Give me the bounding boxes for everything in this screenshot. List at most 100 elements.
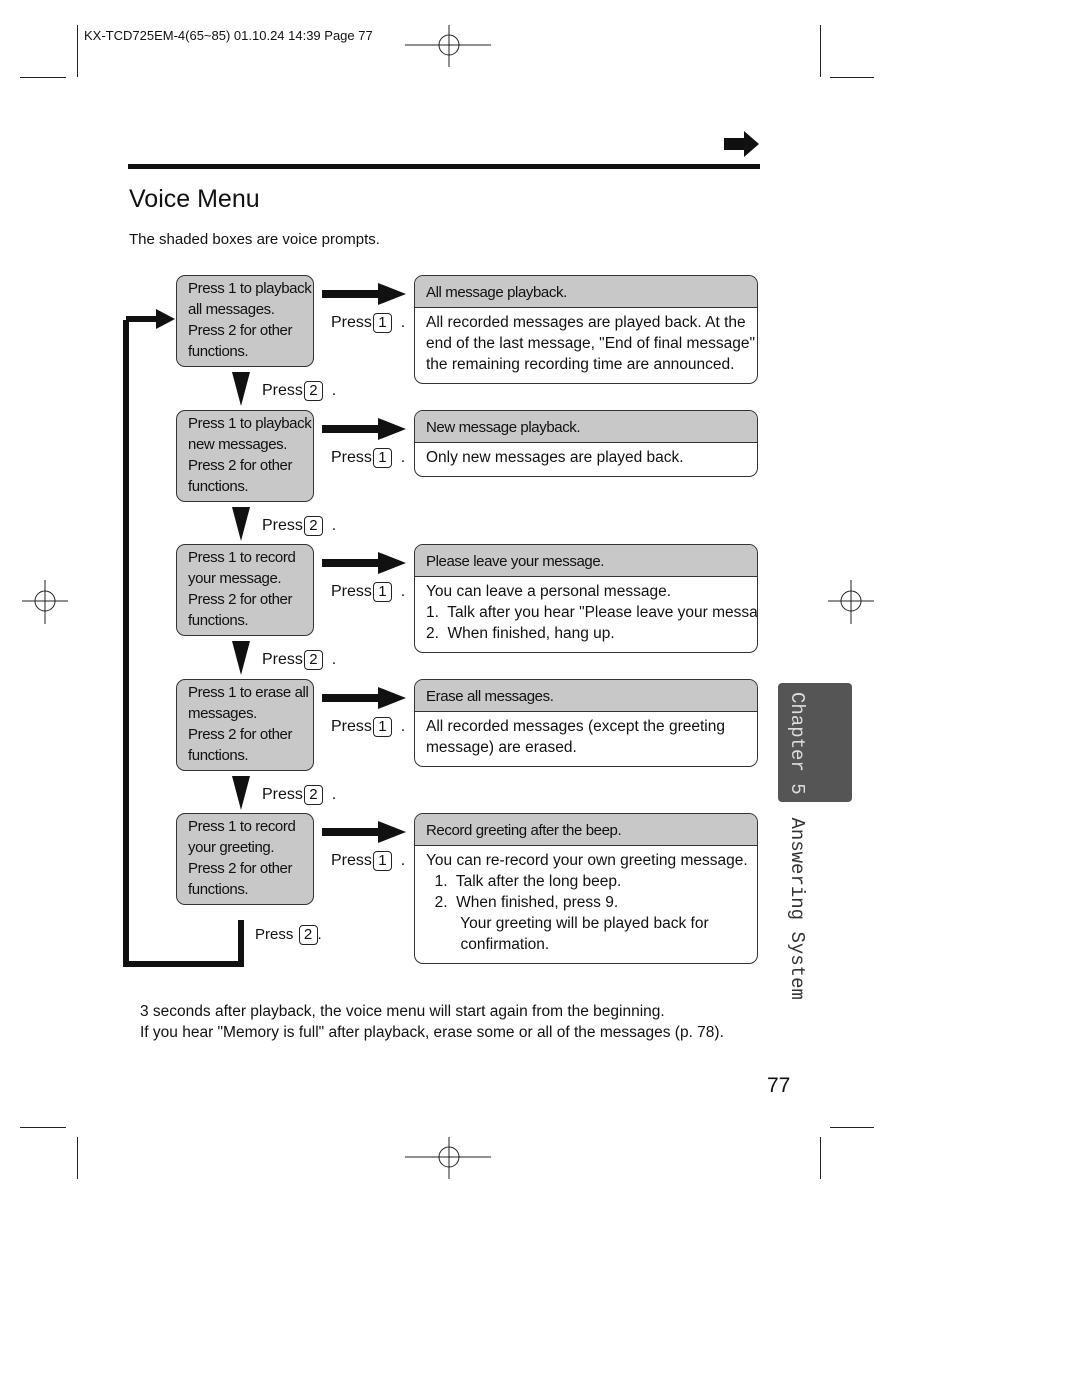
registration-mark-icon (405, 25, 491, 67)
result-title: Erase all messages. (415, 680, 757, 712)
result-line: You can re-record your own greeting mess… (426, 852, 748, 869)
result-title: New message playback. (415, 411, 757, 443)
result-line: end of the last message, "End of final m… (426, 335, 758, 352)
press-label: Press (262, 382, 303, 399)
prompt-line: Press 1 to playback (188, 280, 312, 297)
right-arrow-icon (322, 821, 406, 843)
prompt-line: functions. (188, 612, 249, 629)
title-rule (128, 164, 760, 169)
result-line: You can leave a personal message. (426, 583, 672, 600)
press-label: Press (331, 583, 372, 600)
period: . (317, 926, 322, 943)
crop-mark (830, 77, 874, 78)
result-line: the remaining recording time are announc… (426, 356, 735, 373)
crop-mark (77, 1137, 78, 1179)
print-header: KX-TCD725EM-4(65~85) 01.10.24 14:39 Page… (84, 28, 373, 43)
prompt-line: all messages. (188, 301, 275, 318)
period: . (331, 786, 337, 803)
right-arrow-icon (322, 552, 406, 574)
chapter-label: Chapter 5 (786, 692, 808, 795)
result-line: All recorded messages (except the greeti… (426, 718, 725, 735)
key-1: 1 (372, 313, 392, 333)
voice-prompt-box: Press 1 to playback all messages. Press 2 … (176, 275, 314, 367)
result-box: New message playback. Only new messages a… (414, 410, 758, 477)
crop-mark (77, 25, 78, 77)
down-arrow-icon (232, 507, 250, 541)
page-number: 77 (767, 1074, 791, 1097)
period: . (331, 651, 337, 668)
result-line: 2. When finished, hang up. (426, 625, 615, 642)
page-title: Voice Menu (129, 185, 260, 213)
registration-mark-icon (828, 580, 874, 624)
right-arrow-icon (322, 418, 406, 440)
voice-prompt-box: Press 1 to playback new messages. Press 2 … (176, 410, 314, 502)
subtitle: The shaded boxes are voice prompts. (129, 231, 380, 248)
result-box: Record greeting after the beep. You can r… (414, 813, 758, 964)
result-line: confirmation. (426, 936, 550, 953)
press-label: Press (331, 852, 372, 869)
down-arrow-icon (232, 776, 250, 810)
period: . (400, 852, 406, 869)
prompt-line: Press 1 to playback (188, 415, 312, 432)
period: . (331, 382, 337, 399)
press-key-2: Press 2 . (262, 785, 336, 805)
period: . (400, 314, 406, 331)
press-key-2: Press 2 . (262, 381, 336, 401)
press-key-1: Press 1 . (331, 717, 405, 737)
manual-page: KX-TCD725EM-4(65~85) 01.10.24 14:39 Page… (0, 0, 1080, 1397)
result-line: Only new messages are played back. (426, 449, 684, 466)
chapter-side-label: Chapter 5 Answering System (778, 692, 808, 1000)
result-line: message) are erased. (426, 739, 577, 756)
prompt-line: new messages. (188, 436, 288, 453)
prompt-line: Press 2 for other (188, 457, 293, 474)
press-key-1: Press 1 . (331, 313, 405, 333)
registration-mark-icon (22, 580, 68, 624)
period: . (400, 718, 406, 735)
crop-mark (830, 1127, 874, 1128)
prompt-line: functions. (188, 881, 249, 898)
right-arrow-icon (322, 687, 406, 709)
crop-mark (820, 1137, 821, 1179)
press-key-1: Press 1 . (331, 582, 405, 602)
key-2: 2 (303, 381, 323, 401)
key-1: 1 (372, 582, 392, 602)
down-arrow-icon (232, 372, 250, 406)
press-key-2: Press 2 . (262, 516, 336, 536)
key-2: 2 (298, 925, 318, 945)
press-key-2: Press 2 . (262, 650, 336, 670)
key-1: 1 (372, 717, 392, 737)
result-box: Please leave your message. You can leave … (414, 544, 758, 653)
prompt-line: Press 2 for other (188, 322, 293, 339)
prompt-line: your greeting. (188, 839, 275, 856)
crop-mark (20, 1127, 66, 1128)
registration-mark-icon (405, 1137, 491, 1179)
period: . (400, 449, 406, 466)
prompt-line: Press 1 to record (188, 549, 296, 566)
prompt-line: Press 2 for other (188, 726, 293, 743)
prompt-line: Press 2 for other (188, 591, 293, 608)
press-label: Press (331, 718, 372, 735)
key-2: 2 (303, 650, 323, 670)
voice-prompt-box: Press 1 to record your message. Press 2 fo… (176, 544, 314, 636)
result-box: All message playback. All recorded messag… (414, 275, 758, 384)
key-1: 1 (372, 851, 392, 871)
crop-mark (20, 77, 66, 78)
result-line: All recorded messages are played back. A… (426, 314, 746, 331)
prompt-line: messages. (188, 705, 257, 722)
press-key-2: Press 2. (255, 925, 322, 945)
voice-prompt-box: Press 1 to erase all messages. Press 2 for… (176, 679, 314, 771)
press-label: Press (255, 926, 294, 943)
section-label: Answering System (786, 817, 808, 1000)
key-1: 1 (372, 448, 392, 468)
crop-mark (820, 25, 821, 77)
prompt-line: Press 1 to erase all (188, 684, 309, 701)
key-2: 2 (303, 516, 323, 536)
result-line: 2. When finished, press 9. (426, 894, 619, 911)
prompt-line: Press 1 to record (188, 818, 296, 835)
prompt-line: functions. (188, 343, 249, 360)
press-key-1: Press 1 . (331, 448, 405, 468)
result-title: Record greeting after the beep. (415, 814, 757, 846)
prompt-line: functions. (188, 478, 249, 495)
press-label: Press (331, 314, 372, 331)
period: . (400, 583, 406, 600)
